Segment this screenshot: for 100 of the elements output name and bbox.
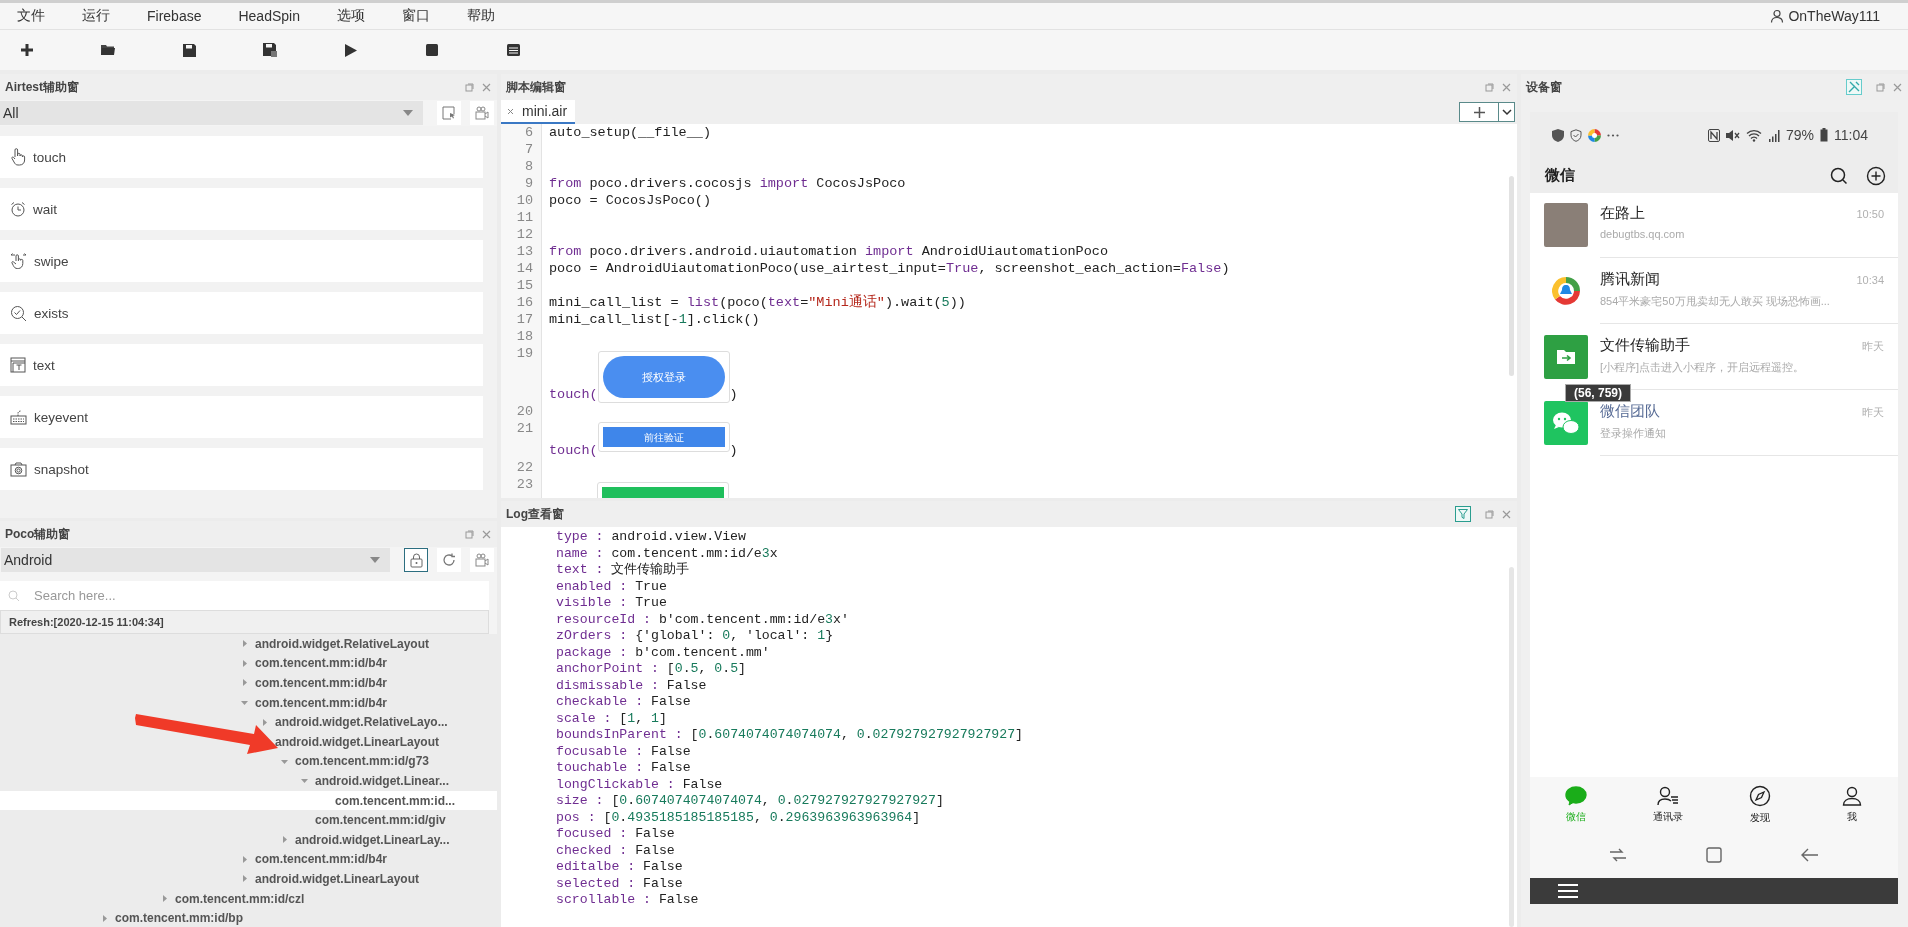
caret-right-icon[interactable] [260,717,269,727]
close-icon[interactable] [1502,509,1511,519]
add-button[interactable] [1459,102,1499,122]
user-name[interactable]: OnTheWay111 [1788,8,1880,24]
tree-node[interactable]: android.widget.LinearLay... [0,829,497,850]
action-item[interactable]: exists [0,292,483,334]
close-icon[interactable] [1893,82,1902,92]
action-item[interactable]: swipe [0,240,483,282]
tree-node[interactable]: com.tencent.mm:id/b4r [0,673,497,693]
file-tab[interactable]: mini.air [501,100,576,124]
log-line: package : b'com.tencent.mm' [556,644,771,661]
filter-icon[interactable] [1455,506,1471,522]
search-field[interactable]: Search here... [0,581,489,610]
tab-label[interactable]: mini.air [522,103,568,119]
action-item[interactable]: touch [0,136,483,178]
close-icon[interactable] [507,107,514,115]
log-line: selected : False [556,875,684,892]
caret-right-icon[interactable] [240,854,249,864]
log-line: resourceId : b'com.tencent.mm:id/e3x' [556,611,850,628]
search-icon[interactable] [1830,166,1848,185]
restore-icon[interactable] [1485,509,1494,519]
tab-menu-button[interactable] [1499,102,1515,122]
more-dots-icon [1607,133,1619,137]
shield-check-icon [1570,128,1582,142]
platform-dropdown[interactable]: Android [1,548,390,572]
tree-node[interactable]: com.tencent.mm:id... [0,790,497,811]
action-item[interactable]: text [0,344,483,386]
line-number: 20 [515,403,533,420]
chat-item[interactable]: 腾讯新闻 10:34 854平米豪宅50万甩卖却无人敢买 现场恐怖画... [1530,259,1898,325]
menu-item[interactable]: 选项 [336,7,365,25]
tree-node[interactable]: com.tencent.mm:id/b4r [0,692,497,713]
menu-icon[interactable] [1558,884,1578,898]
caret-down-icon[interactable] [300,776,309,786]
tree-node[interactable]: com.tencent.mm:id/b4r [0,653,497,674]
menu-item[interactable]: Firebase [147,8,202,24]
restore-icon[interactable] [465,529,474,539]
tree-node[interactable]: com.tencent.mm:id/b4r [0,849,497,870]
line-number: 11 [515,209,533,226]
tools-icon[interactable] [1846,79,1862,95]
chat-preview: [小程序]点击进入小程序，开启远程遥控。 [1600,360,1806,375]
menu-item[interactable]: 帮助 [466,7,495,25]
chat-preview: 854平米豪宅50万甩卖却无人敢买 现场恐怖画... [1600,294,1831,309]
lock-icon [409,552,423,568]
chat-item[interactable]: 在路上 10:50 debugtbs.qq.com [1530,193,1898,259]
filter-dropdown[interactable]: All [0,101,423,125]
line-number: 17 [515,311,533,328]
recent-apps-icon[interactable] [1609,848,1628,862]
action-item[interactable]: wait [0,188,483,230]
lock-button[interactable] [404,548,428,572]
chat-time: 10:34 [1856,274,1884,286]
caret-right-icon[interactable] [160,894,169,903]
menu-item[interactable]: 窗口 [401,7,430,25]
tree-node[interactable]: com.tencent.mm:id/g73 [0,751,497,772]
action-item[interactable]: keyevent [0,396,483,438]
restore-icon[interactable] [465,82,474,92]
chat-name: 文件传输助手 [1600,336,1690,355]
caret-right-icon[interactable] [240,639,249,649]
tree-node[interactable]: android.widget.RelativeLayo... [0,712,497,732]
line-number: 6 [523,124,533,141]
close-icon[interactable] [482,529,491,539]
refresh-icon [442,553,456,567]
tree-node[interactable]: com.tencent.mm:id/czl [0,888,497,909]
user-icon [1770,9,1785,23]
restore-icon[interactable] [1485,82,1494,92]
tree-node[interactable]: android.widget.Linear... [0,771,497,791]
caret-right-icon[interactable] [280,835,289,845]
record-button[interactable] [470,548,494,572]
nav-tab[interactable]: 通讯录 [1638,785,1698,824]
nav-tab[interactable]: 我 [1822,785,1882,824]
close-icon[interactable] [1502,82,1511,92]
folder-icon [101,44,115,56]
menu-item[interactable]: 运行 [82,7,110,25]
refresh-button[interactable] [437,548,461,572]
tree-node[interactable]: android.widget.LinearLayout [0,869,497,889]
home-icon[interactable] [1706,847,1722,863]
log-line: scrollable : False [556,892,700,909]
nav-tab[interactable]: 发现 [1730,784,1790,825]
caret-right-icon[interactable] [240,658,249,668]
caret-right-icon[interactable] [100,913,109,923]
text-box-icon [10,357,26,373]
tree-node[interactable]: com.tencent.mm:id/giv [0,810,497,830]
tree-node[interactable]: com.tencent.mm:id/bp [0,908,497,927]
back-icon[interactable] [1800,848,1819,862]
magnifier-check-icon [10,304,27,322]
action-item[interactable]: snapshot [0,448,483,490]
battery-icon [1820,128,1828,142]
record-button[interactable] [470,101,494,125]
close-icon[interactable] [482,82,491,92]
tree-node[interactable]: android.widget.RelativeLayout [0,634,497,654]
cursor-box-icon [442,106,456,120]
select-area-button[interactable] [437,101,461,125]
code-text: ) [729,386,738,403]
caret-down-icon[interactable] [240,698,249,708]
add-icon[interactable] [1866,165,1886,186]
restore-icon[interactable] [1876,82,1885,92]
clock-icon [10,201,26,217]
menu-item[interactable]: 文件 [17,7,45,25]
caret-right-icon[interactable] [240,678,249,688]
caret-right-icon[interactable] [240,874,249,884]
menu-item[interactable]: HeadSpin [238,8,300,24]
